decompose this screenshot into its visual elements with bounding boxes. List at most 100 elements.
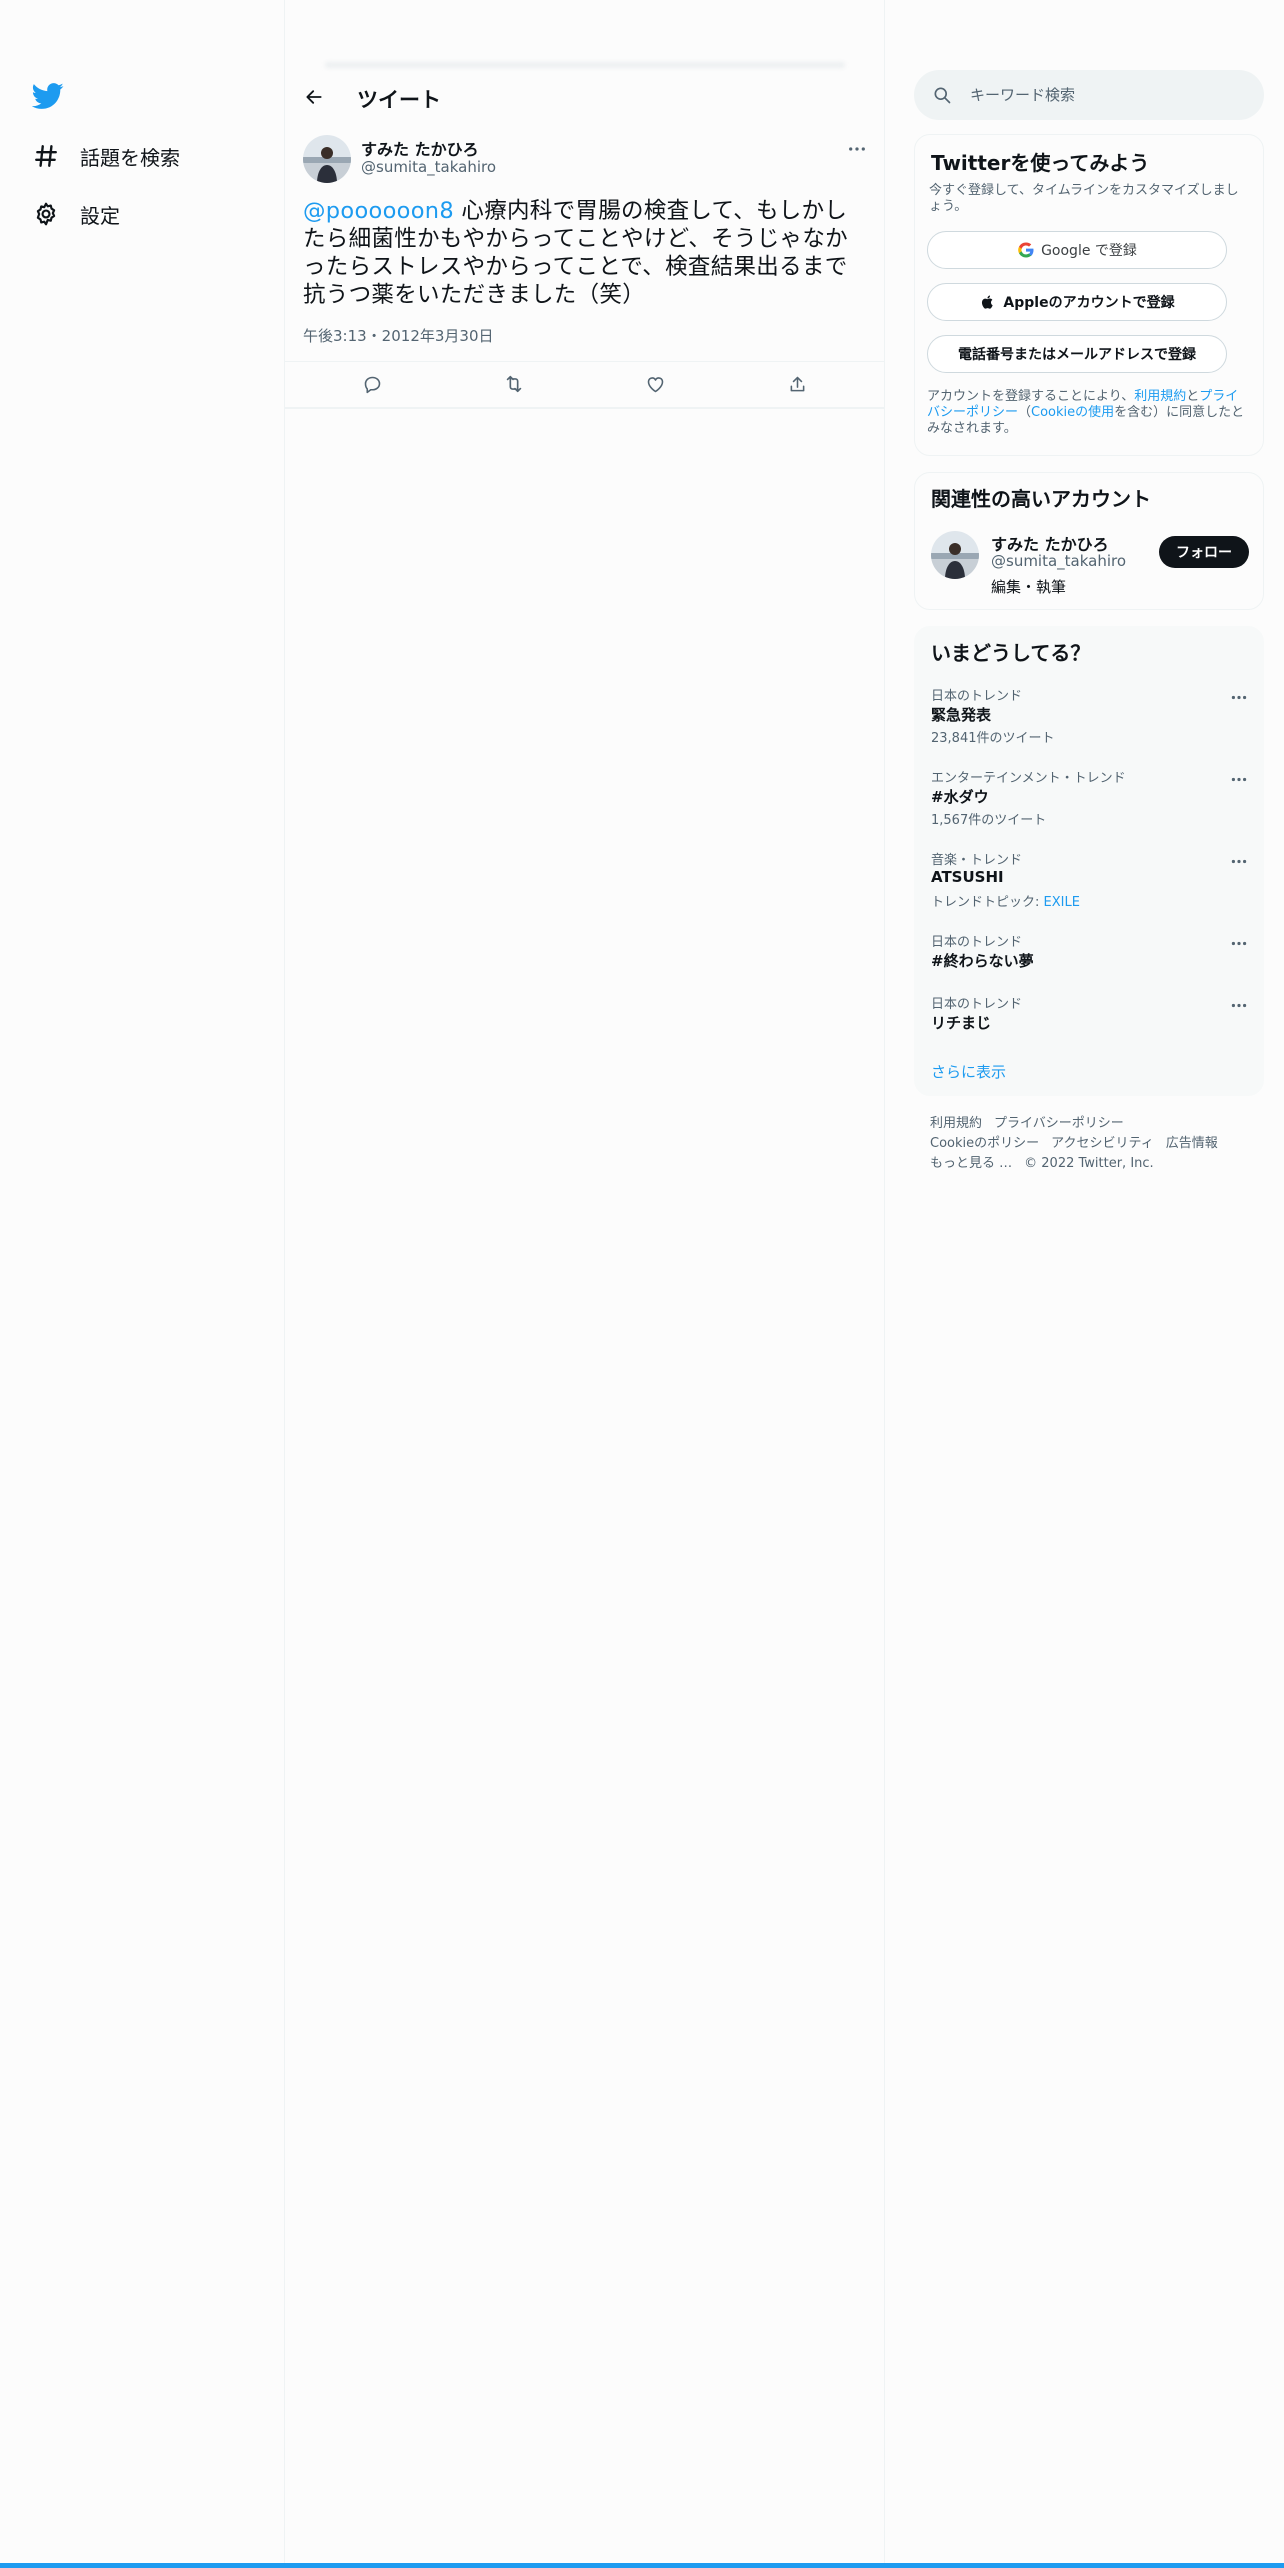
- page-title: ツイート: [357, 88, 441, 112]
- footer-links: 利用規約 プライバシーポリシー Cookieのポリシー アクセシビリティ 広告情報 も…: [930, 1114, 1260, 1174]
- back-button[interactable]: [297, 80, 331, 114]
- more-dots-icon: [1231, 859, 1247, 863]
- google-signup-button[interactable]: Google で登録: [927, 231, 1227, 269]
- more-dots-icon: [1231, 777, 1247, 781]
- cookie-link[interactable]: Cookieの使用: [1031, 405, 1114, 420]
- trend-category: 日本のトレンド: [931, 997, 1023, 1012]
- nav-settings-label: 設定: [80, 203, 120, 228]
- related-avatar[interactable]: [931, 531, 979, 579]
- page-root: 話題を検索 設定 ツイート すみた たかひろ @sumita_takahiro: [0, 0, 1284, 2568]
- trend-item[interactable]: 音楽・トレンド ATSUSHI トレンドトピック: EXILE: [915, 849, 1265, 915]
- copyright: © 2022 Twitter, Inc.: [1024, 1156, 1154, 1171]
- nav-explore-label: 話題を検索: [80, 145, 180, 170]
- related-bio: 編集・執筆: [991, 578, 1067, 596]
- footer-more-link[interactable]: もっと見る …: [930, 1156, 1012, 1171]
- trends-title: いまどうしてる？: [931, 641, 1091, 665]
- search-icon: [934, 87, 951, 104]
- trends-card: いまどうしてる？ 日本のトレンド 緊急発表 23,841件のツイート エンターテ…: [914, 626, 1264, 1096]
- legal-text: と: [1186, 389, 1200, 404]
- search-input[interactable]: [970, 80, 1250, 110]
- legal-text: （: [1018, 405, 1032, 420]
- trend-more-button[interactable]: [1227, 997, 1251, 1013]
- trend-name: ATSUSHI: [931, 868, 1004, 886]
- reply-icon: [364, 376, 380, 393]
- trend-category: 音楽・トレンド: [931, 853, 1023, 868]
- trend-category: 日本のトレンド: [931, 935, 1023, 950]
- trend-more-button[interactable]: [1227, 689, 1251, 705]
- more-dots-icon: [1231, 941, 1247, 945]
- trend-item[interactable]: 日本のトレンド #終わらない夢: [915, 931, 1265, 977]
- google-icon: [1017, 241, 1035, 259]
- tweet-more-button[interactable]: [842, 137, 872, 161]
- bottom-accent-bar: [0, 2563, 1284, 2568]
- header-shadow: [325, 62, 845, 68]
- tweet-text: @poooooon8 心療内科で胃腸の検査して、もしかしたら細菌性かもやからって…: [303, 197, 863, 309]
- more-dots-icon: [849, 147, 865, 151]
- main-column: ツイート すみた たかひろ @sumita_takahiro @poooooon…: [285, 0, 885, 2568]
- phone-email-signup-button[interactable]: 電話番号またはメールアドレスで登録: [927, 335, 1227, 373]
- nav-settings[interactable]: 設定: [32, 194, 120, 234]
- follow-button[interactable]: フォロー: [1159, 536, 1249, 568]
- gear-icon: [32, 200, 60, 228]
- signup-card: Twitterを使ってみよう 今すぐ登録して、タイムラインをカスタマイズしましょ…: [914, 134, 1264, 456]
- reply-button[interactable]: [355, 369, 389, 399]
- show-more-link[interactable]: さらに表示: [931, 1061, 1006, 1082]
- hashtag-icon: [32, 142, 60, 170]
- related-handle[interactable]: @sumita_takahiro: [991, 552, 1126, 570]
- trend-topic-link[interactable]: EXILE: [1044, 895, 1080, 910]
- twitter-logo-icon[interactable]: [31, 80, 64, 112]
- phone-email-signup-label: 電話番号またはメールアドレスで登録: [958, 347, 1196, 363]
- trend-topic-prefix: トレンドトピック:: [931, 895, 1044, 910]
- signup-description: 今すぐ登録して、タイムラインをカスタマイズしましょう。: [929, 183, 1239, 214]
- apple-signup-button[interactable]: Appleのアカウントで登録: [927, 283, 1227, 321]
- related-title: 関連性の高いアカウント: [931, 487, 1151, 511]
- legal-text: アカウントを登録することにより、: [927, 389, 1135, 404]
- terms-link[interactable]: 利用規約: [1134, 389, 1186, 404]
- more-dots-icon: [1231, 1003, 1247, 1007]
- trend-name: 緊急発表: [931, 706, 992, 724]
- author-handle[interactable]: @sumita_takahiro: [361, 158, 496, 176]
- like-button[interactable]: [638, 369, 672, 399]
- tweet-actions: [285, 369, 885, 399]
- retweet-icon: [506, 375, 522, 393]
- apple-signup-label: Appleのアカウントで登録: [1003, 295, 1175, 311]
- trend-count: 23,841件のツイート: [931, 731, 1055, 746]
- trend-more-button[interactable]: [1227, 935, 1251, 951]
- trend-item[interactable]: 日本のトレンド 緊急発表 23,841件のツイート: [915, 685, 1265, 751]
- trend-count: 1,567件のツイート: [931, 813, 1047, 828]
- search-box[interactable]: [914, 70, 1264, 120]
- signup-legal-text: アカウントを登録することにより、利用規約とプライバシーポリシー（Cookieの使…: [927, 389, 1249, 437]
- share-button[interactable]: [780, 369, 814, 399]
- retweet-button[interactable]: [497, 369, 531, 399]
- trend-name: リチまじ: [931, 1014, 992, 1032]
- nav-explore[interactable]: 話題を検索: [32, 136, 180, 176]
- more-dots-icon: [1231, 695, 1247, 699]
- trend-more-button[interactable]: [1227, 771, 1251, 787]
- trend-name: #水ダウ: [931, 788, 989, 806]
- footer-accessibility-link[interactable]: アクセシビリティ: [1051, 1136, 1154, 1151]
- trend-item[interactable]: エンターテインメント・トレンド #水ダウ 1,567件のツイート: [915, 767, 1265, 833]
- related-accounts-card: 関連性の高いアカウント すみた たかひろ @sumita_takahiro 編集…: [914, 472, 1264, 610]
- left-sidebar: 話題を検索 設定: [0, 0, 285, 2568]
- page-header: ツイート: [285, 72, 885, 120]
- footer-ads-link[interactable]: 広告情報: [1166, 1136, 1218, 1151]
- trend-more-button[interactable]: [1227, 853, 1251, 869]
- tweet-timestamp[interactable]: 午後3:13・2012年3月30日: [303, 325, 494, 346]
- share-icon: [790, 376, 804, 391]
- trend-topic: トレンドトピック: EXILE: [931, 891, 1080, 910]
- google-signup-label: Google で登録: [1041, 243, 1137, 259]
- mention-link[interactable]: @poooooon8: [303, 198, 454, 224]
- author-avatar[interactable]: [303, 135, 351, 183]
- author-name[interactable]: すみた たかひろ: [361, 136, 479, 160]
- divider: [285, 361, 885, 362]
- signup-title: Twitterを使ってみよう: [931, 151, 1150, 175]
- footer-cookie-link[interactable]: Cookieのポリシー: [930, 1136, 1039, 1151]
- arrow-left-icon: [306, 90, 322, 104]
- heart-icon: [647, 376, 663, 392]
- trend-name: #終わらない夢: [931, 952, 1034, 970]
- trend-item[interactable]: 日本のトレンド リチまじ: [915, 993, 1265, 1039]
- footer-terms-link[interactable]: 利用規約: [930, 1116, 982, 1131]
- footer-privacy-link[interactable]: プライバシーポリシー: [994, 1116, 1124, 1131]
- apple-icon: [979, 293, 997, 311]
- divider: [285, 407, 885, 409]
